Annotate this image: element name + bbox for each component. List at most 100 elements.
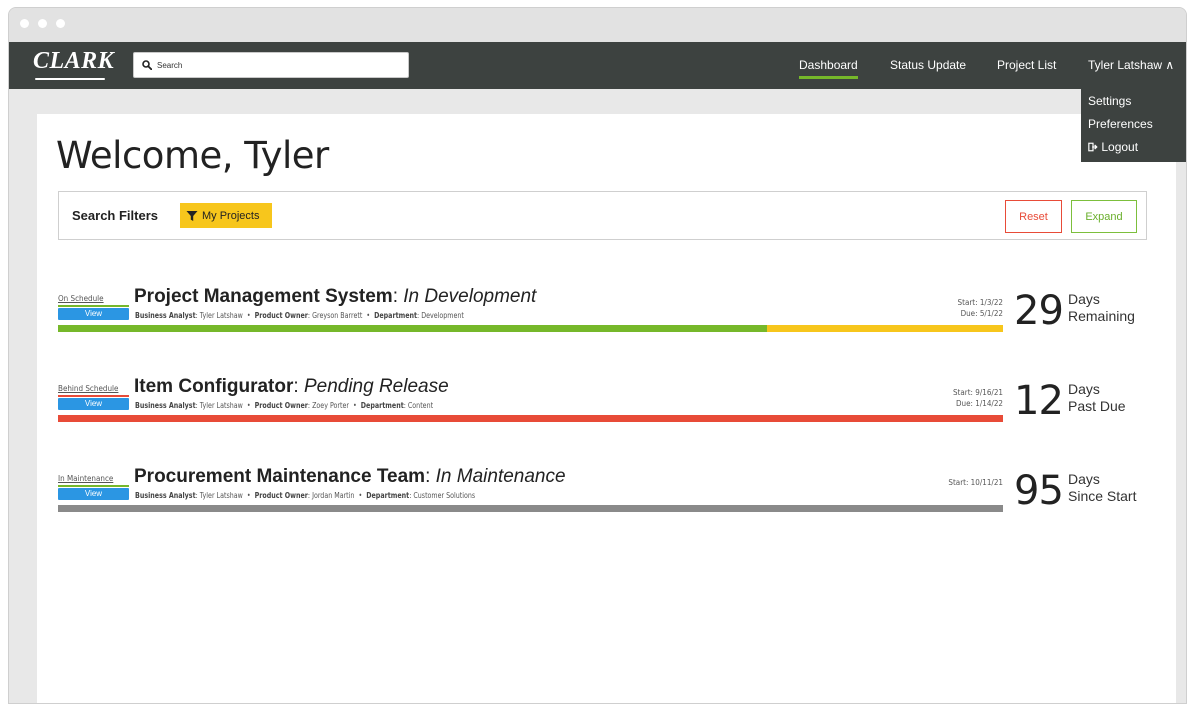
start-date: Start: 1/3/22 [957, 298, 1003, 307]
days-count-label: Days Remaining [1068, 291, 1135, 325]
po-label: Product Owner [254, 491, 308, 500]
project-row: Behind Schedule View Item Configurator: … [58, 376, 1168, 436]
progress-fill [58, 505, 1003, 512]
start-date: Start: 9/16/21 [952, 388, 1003, 397]
search-box[interactable] [133, 52, 409, 78]
search-input[interactable] [157, 60, 397, 70]
window-minimize-control[interactable] [38, 19, 47, 28]
due-date: Due: 5/1/22 [960, 309, 1003, 318]
due-date: Due: 1/14/22 [956, 399, 1003, 408]
ba-value: Tyler Latshaw [199, 311, 243, 320]
project-title: Project Management System: In Developmen… [134, 286, 536, 308]
dropdown-preferences[interactable]: Preferences [1088, 116, 1186, 139]
user-menu-toggle[interactable]: Tyler Latshaw ∧ [1088, 58, 1174, 72]
user-dropdown-menu: Settings Preferences Logout [1081, 89, 1186, 162]
days-count: 95 [1014, 468, 1064, 514]
dropdown-logout[interactable]: Logout [1088, 139, 1186, 162]
view-project-button[interactable]: View [58, 308, 129, 320]
project-phase: Pending Release [303, 376, 449, 397]
po-label: Product Owner [254, 401, 308, 410]
project-phase: In Maintenance [435, 466, 566, 487]
ba-value: Tyler Latshaw [199, 401, 243, 410]
status-underline [58, 485, 129, 487]
project-title: Item Configurator: Pending Release [134, 376, 449, 398]
project-title-separator: : [425, 466, 436, 487]
project-title-separator: : [392, 286, 404, 307]
po-value: Jordan Martin [312, 491, 355, 500]
status-underline [58, 395, 129, 397]
days-label: Days [1068, 471, 1100, 487]
days-count: 29 [1014, 288, 1064, 334]
dept-value: Development [421, 311, 464, 320]
project-row: In Maintenance View Procurement Maintena… [58, 466, 1168, 526]
view-project-button[interactable]: View [58, 488, 129, 500]
project-meta: Business Analyst: Tyler Latshaw • Produc… [135, 311, 464, 320]
my-projects-filter-chip[interactable]: My Projects [180, 203, 272, 228]
project-row: On Schedule View Project Management Syst… [58, 286, 1168, 346]
project-name[interactable]: Project Management System [134, 286, 393, 307]
days-count-label: Days Since Start [1068, 471, 1136, 505]
progress-remaining [766, 325, 1003, 332]
ba-label: Business Analyst [135, 491, 196, 500]
days-status-label: Since Start [1068, 488, 1137, 504]
clark-logo[interactable]: CLARK [33, 48, 114, 75]
nav-dashboard[interactable]: Dashboard [799, 58, 858, 79]
days-count: 12 [1014, 378, 1064, 424]
ba-label: Business Analyst [135, 401, 196, 410]
days-count-label: Days Past Due [1068, 381, 1126, 415]
project-status-tag: Behind Schedule [58, 384, 119, 393]
dept-value: Content [407, 401, 434, 410]
browser-window: CLARK Dashboard Status Update Project Li… [8, 7, 1187, 704]
days-label: Days [1068, 381, 1100, 397]
project-dates: Start: 1/3/22 Due: 5/1/22 [958, 297, 1003, 319]
po-value: Greyson Barrett [312, 311, 363, 320]
project-name[interactable]: Item Configurator [134, 376, 293, 397]
dropdown-settings[interactable]: Settings [1088, 93, 1186, 116]
project-name[interactable]: Procurement Maintenance Team [134, 466, 425, 487]
start-date: Start: 10/11/21 [948, 478, 1003, 487]
project-dates: Start: 10/11/21 [948, 477, 1003, 488]
top-navbar: CLARK Dashboard Status Update Project Li… [9, 42, 1186, 89]
ba-value: Tyler Latshaw [199, 491, 243, 500]
search-icon [142, 60, 152, 70]
search-filters-panel: Search Filters My Projects Reset Expand [58, 191, 1147, 240]
project-dates: Start: 9/16/21 Due: 1/14/22 [953, 387, 1003, 409]
page-title: Welcome, Tyler [56, 134, 329, 177]
my-projects-label: My Projects [202, 209, 260, 222]
dept-label: Department [366, 491, 410, 500]
dept-label: Department [374, 311, 418, 320]
days-status-label: Remaining [1068, 308, 1135, 324]
filter-icon [186, 210, 198, 221]
progress-fill [58, 325, 767, 332]
project-phase: In Development [403, 286, 537, 307]
days-label: Days [1068, 291, 1100, 307]
logo-underline [35, 78, 105, 80]
nav-project-list[interactable]: Project List [997, 58, 1056, 72]
progress-fill [58, 415, 1003, 422]
po-value: Zoey Porter [312, 401, 349, 410]
project-progress-bar [58, 325, 1003, 332]
window-titlebar [9, 8, 1186, 42]
po-label: Product Owner [254, 311, 308, 320]
status-underline [58, 305, 129, 307]
project-status-tag: In Maintenance [58, 474, 114, 483]
project-meta: Business Analyst: Tyler Latshaw • Produc… [135, 401, 434, 410]
reset-button[interactable]: Reset [1005, 200, 1062, 233]
expand-button[interactable]: Expand [1071, 200, 1137, 233]
dept-label: Department [360, 401, 404, 410]
nav-status-update[interactable]: Status Update [890, 58, 966, 72]
ba-label: Business Analyst [135, 311, 196, 320]
dropdown-logout-label: Logout [1101, 140, 1139, 154]
project-meta: Business Analyst: Tyler Latshaw • Produc… [135, 491, 476, 500]
view-project-button[interactable]: View [58, 398, 129, 410]
days-status-label: Past Due [1068, 398, 1126, 414]
project-status-tag: On Schedule [58, 294, 104, 303]
project-progress-bar [58, 415, 1003, 422]
logout-icon [1088, 142, 1098, 152]
project-progress-bar [58, 505, 1003, 512]
dashboard-content: Welcome, Tyler Search Filters My Project… [37, 114, 1176, 703]
project-title-separator: : [293, 376, 304, 397]
search-filters-label: Search Filters [72, 208, 158, 223]
window-close-control[interactable] [20, 19, 29, 28]
window-maximize-control[interactable] [56, 19, 65, 28]
